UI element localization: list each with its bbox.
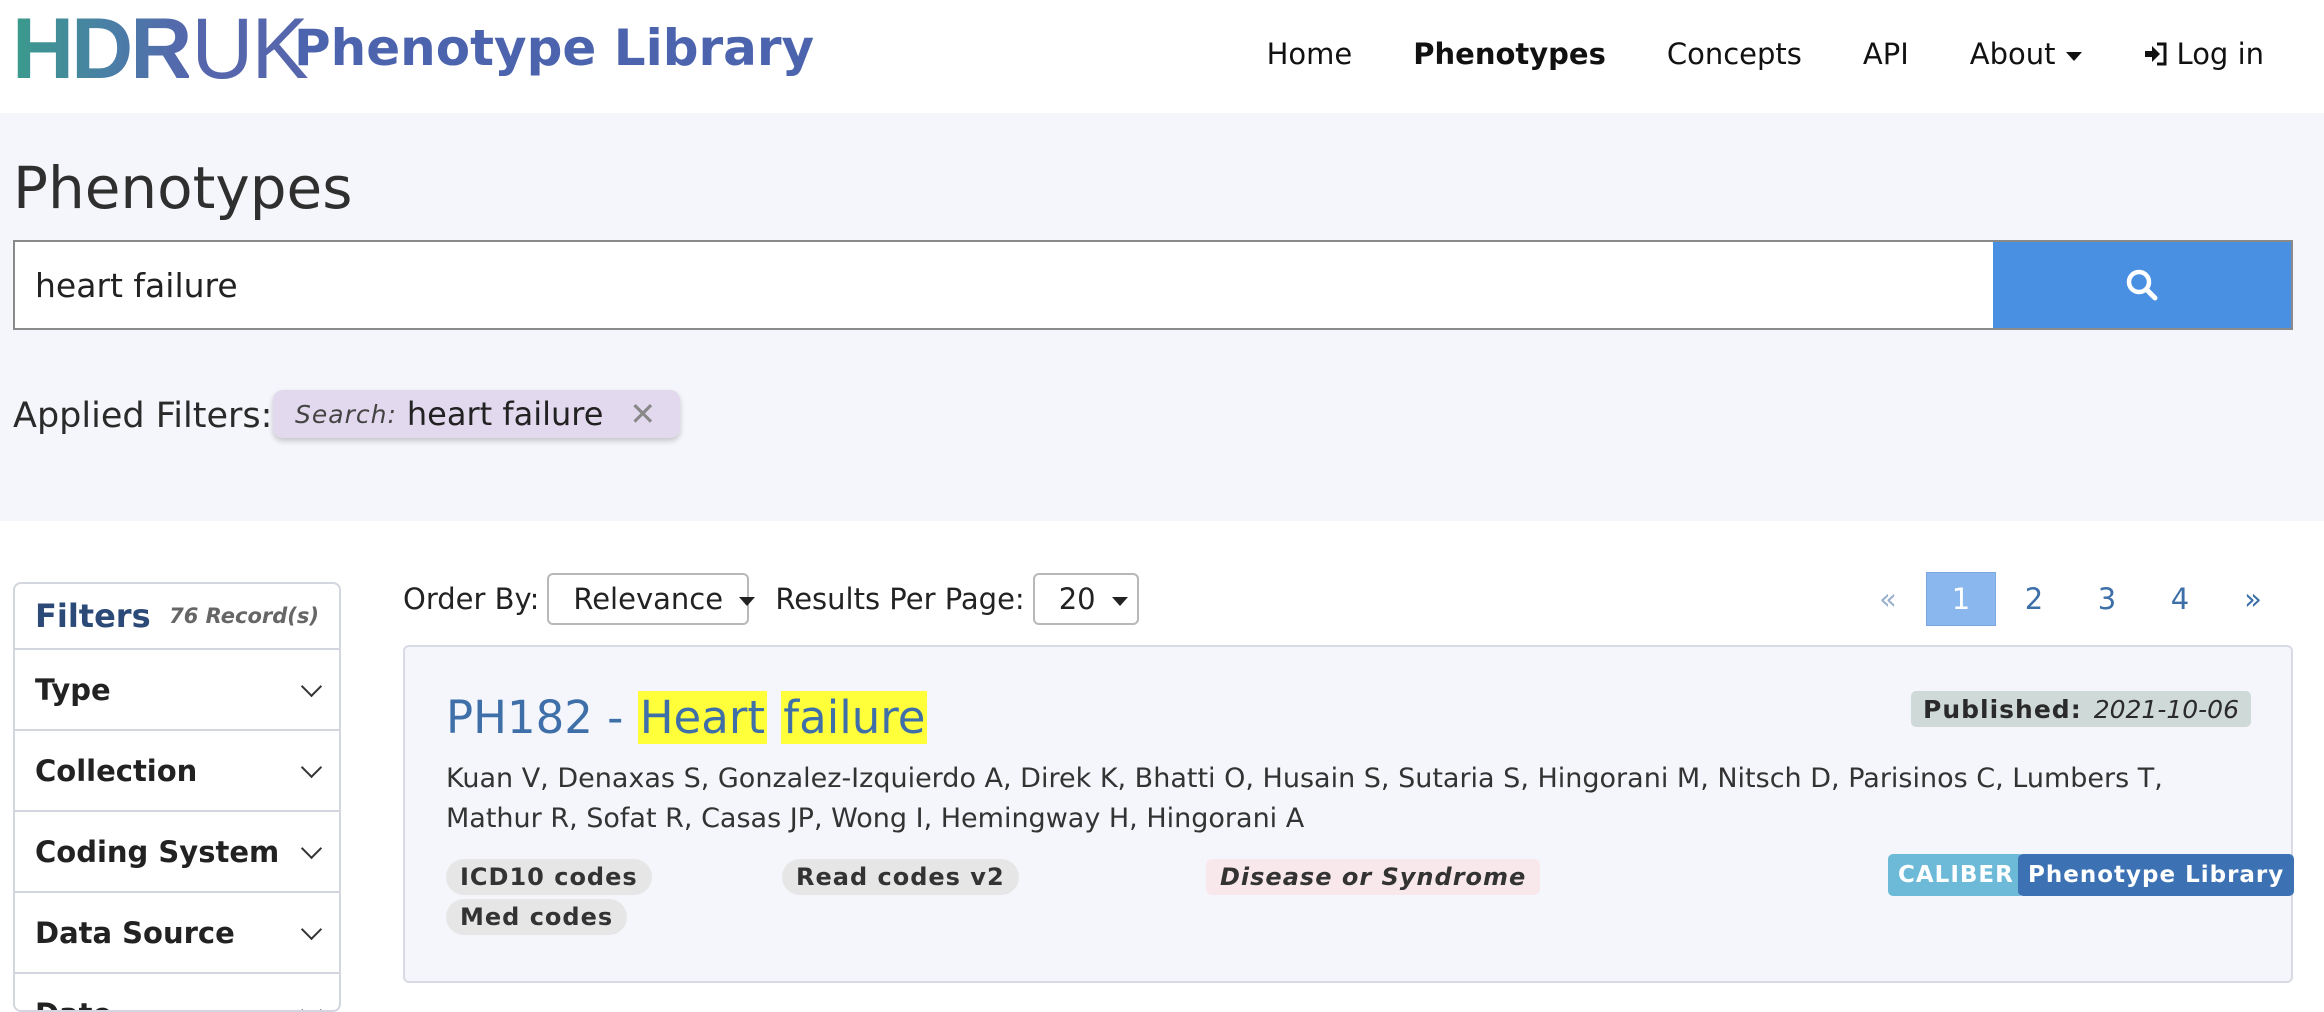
sign-in-icon xyxy=(2143,41,2169,67)
caret-down-icon xyxy=(1112,597,1128,606)
filter-date[interactable]: Date xyxy=(15,972,339,1012)
filter-label: Collection xyxy=(35,754,197,788)
nav-home[interactable]: Home xyxy=(1267,37,1353,71)
nav-phenotypes[interactable]: Phenotypes xyxy=(1413,37,1606,71)
record-count: 76 Record(s) xyxy=(169,604,319,628)
page-3[interactable]: 3 xyxy=(2072,572,2142,626)
filter-type[interactable]: Type xyxy=(15,648,339,729)
collection-badge-caliber[interactable]: CALIBER xyxy=(1888,854,2024,896)
remove-filter-icon[interactable]: ✕ xyxy=(629,395,656,433)
phenotype-type-tag: Disease or Syndrome xyxy=(1206,859,1540,895)
chevron-down-icon xyxy=(301,757,322,778)
result-authors: Kuan V, Denaxas S, Gonzalez-Izquierdo A,… xyxy=(446,759,2256,839)
chevron-down-icon xyxy=(301,1000,322,1012)
result-title-link[interactable]: PH182 - Heart failure xyxy=(446,687,927,749)
logo-uk-text: UK xyxy=(191,14,306,84)
published-date: 2021-10-06 xyxy=(2094,695,2239,724)
chevron-down-icon xyxy=(301,676,322,697)
order-by-label: Order By: xyxy=(403,582,539,616)
top-navbar: HDRUK Phenotype Library Home Phenotypes … xyxy=(0,0,2324,113)
nav-about-label: About xyxy=(1970,37,2056,71)
coding-system-tag: Read codes v2 xyxy=(782,859,1019,895)
order-by-value: Relevance xyxy=(573,582,723,616)
search-hero: Phenotypes Applied Filters: Search: hear… xyxy=(0,113,2324,521)
search-bar xyxy=(13,240,2293,330)
result-card: PH182 - Heart failure Published: 2021-10… xyxy=(403,645,2293,983)
nav-concepts[interactable]: Concepts xyxy=(1667,37,1802,71)
chevron-down-icon xyxy=(301,838,322,859)
highlighted-term: Heart xyxy=(638,691,767,744)
main-nav: Home Phenotypes Concepts API About Log i… xyxy=(1206,30,2264,78)
highlighted-term: failure xyxy=(781,691,927,744)
filter-label: Data Source xyxy=(35,916,235,950)
order-by-select[interactable]: Relevance xyxy=(547,573,749,625)
filter-data-source[interactable]: Data Source xyxy=(15,891,339,972)
page-2[interactable]: 2 xyxy=(1999,572,2069,626)
results-per-page-value: 20 xyxy=(1059,582,1096,616)
site-title[interactable]: Phenotype Library xyxy=(294,16,814,80)
pagination: « 1 2 3 4 » xyxy=(1853,572,2291,626)
page-prev[interactable]: « xyxy=(1853,572,1923,626)
filter-coding-system[interactable]: Coding System xyxy=(15,810,339,891)
page-1[interactable]: 1 xyxy=(1926,572,1996,626)
search-button[interactable] xyxy=(1993,240,2293,330)
published-badge: Published: 2021-10-06 xyxy=(1911,691,2251,727)
nav-api[interactable]: API xyxy=(1863,37,1909,71)
chevron-down-icon xyxy=(301,919,322,940)
filter-label: Coding System xyxy=(35,835,279,869)
page-title: Phenotypes xyxy=(13,153,352,223)
filters-panel: Filters 76 Record(s) Type Collection Cod… xyxy=(13,582,341,1012)
coding-system-tag: ICD10 codes xyxy=(446,859,652,895)
results-per-page-label: Results Per Page: xyxy=(775,582,1024,616)
chip-key: Search: xyxy=(295,400,397,429)
logo-hdr-text: HDR xyxy=(12,14,189,84)
search-filter-chip: Search: heart failure ✕ xyxy=(273,390,680,438)
result-id: PH182 - xyxy=(446,691,638,744)
chip-value: heart failure xyxy=(407,395,604,433)
filter-collection[interactable]: Collection xyxy=(15,729,339,810)
hdruk-logo[interactable]: HDRUK xyxy=(12,14,307,84)
collection-badge-phenotype-library[interactable]: Phenotype Library xyxy=(2018,854,2294,896)
results-toolbar: Order By: Relevance Results Per Page: 20 xyxy=(403,573,1139,625)
search-input[interactable] xyxy=(13,240,1993,330)
coding-system-tag: Med codes xyxy=(446,899,627,935)
results-per-page-select[interactable]: 20 xyxy=(1033,573,1139,625)
nav-login[interactable]: Log in xyxy=(2143,37,2264,71)
nav-about-dropdown[interactable]: About xyxy=(1970,37,2082,71)
search-icon xyxy=(2125,268,2159,302)
page-4[interactable]: 4 xyxy=(2145,572,2215,626)
caret-down-icon xyxy=(739,597,755,606)
page-next[interactable]: » xyxy=(2218,572,2288,626)
filters-header: Filters 76 Record(s) xyxy=(15,584,339,648)
published-label: Published: xyxy=(1923,695,2082,724)
filters-title: Filters xyxy=(35,597,151,635)
nav-login-label: Log in xyxy=(2177,37,2264,71)
filter-label: Type xyxy=(35,673,111,707)
applied-filters-label: Applied Filters: xyxy=(13,391,272,441)
caret-down-icon xyxy=(2066,52,2082,61)
